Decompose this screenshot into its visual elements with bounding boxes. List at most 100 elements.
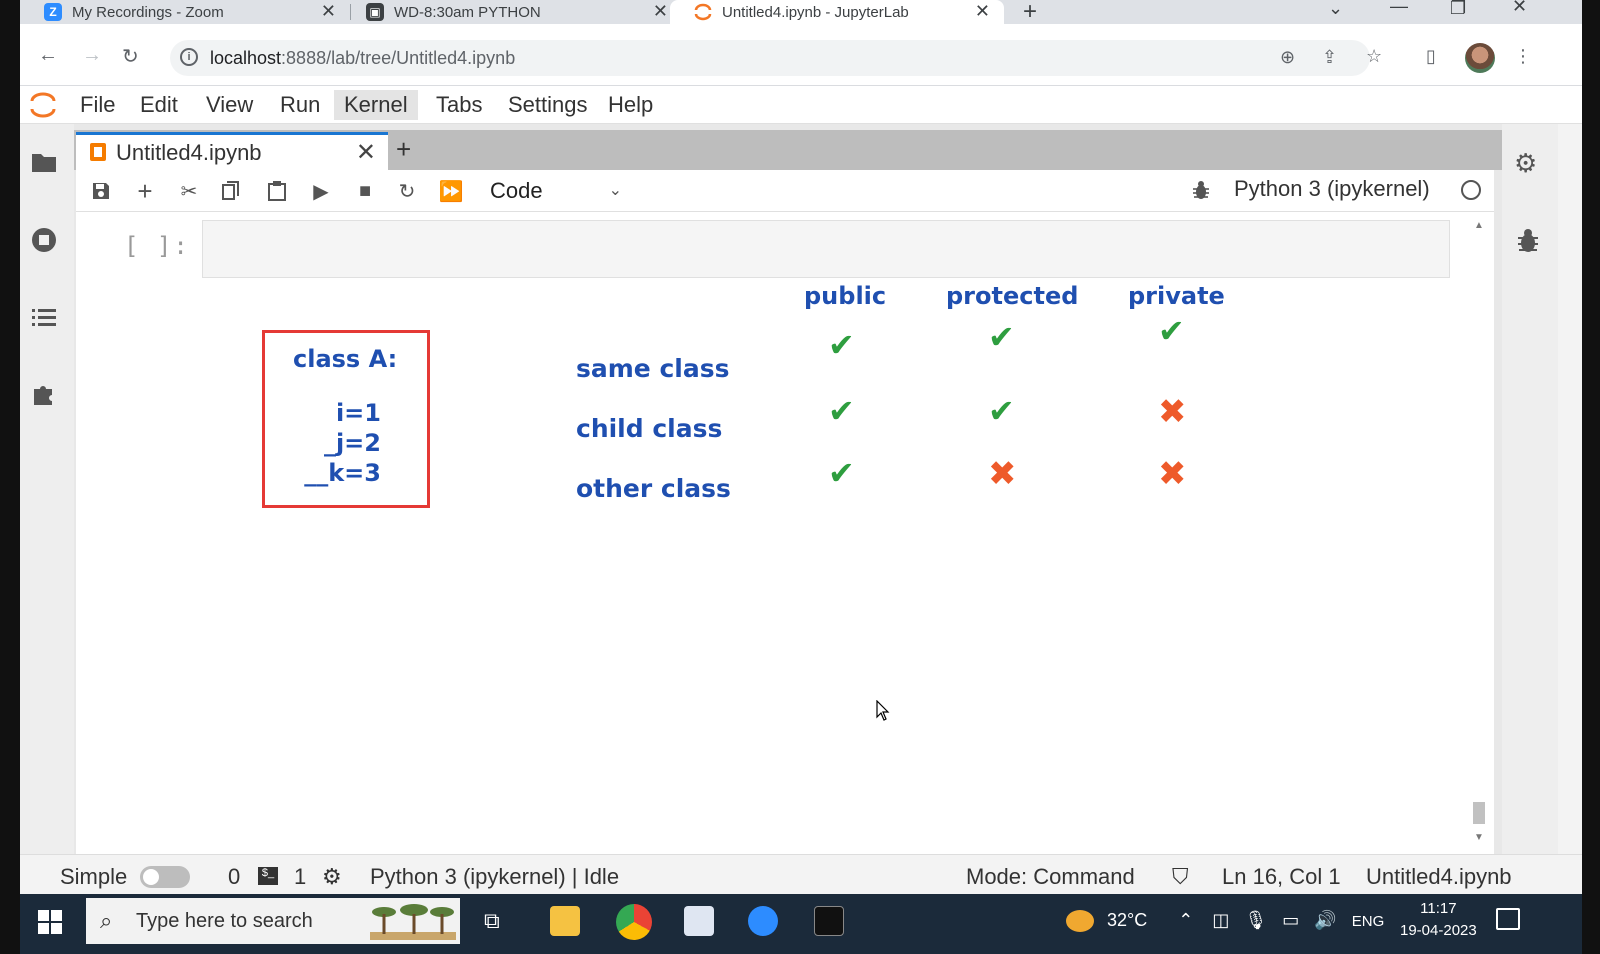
scroll-up-icon[interactable]: ▲ [1474,220,1484,231]
check-icon: ✔ [1158,313,1185,349]
menu-file[interactable]: File [70,90,125,120]
restore-button[interactable]: ❐ [1450,0,1466,19]
save-icon[interactable] [88,178,114,204]
avatar[interactable] [1465,43,1495,73]
cell-type-select[interactable]: Code ⌄ [486,174,626,208]
volume-icon[interactable]: 🔊 [1314,910,1336,930]
network-icon[interactable]: ▭ [1282,910,1299,930]
cursor-position[interactable]: Ln 16, Col 1 [1222,864,1341,890]
jupyter-menubar: File Edit View Run Kernel Tabs Settings … [20,86,1582,124]
stop-icon[interactable]: ■ [352,178,378,204]
kernels-count[interactable]: 1 [294,864,306,890]
chevron-down-icon[interactable]: ⌄ [1328,0,1343,19]
notebook-tab[interactable]: Untitled4.ipynb ✕ [76,132,388,170]
browser-tab-strip: Z My Recordings - Zoom ✕ ▣ WD-8:30am PYT… [20,0,1582,26]
terminals-count[interactable]: 0 [228,864,240,890]
close-icon[interactable]: ✕ [356,138,376,167]
folder-icon[interactable] [30,148,58,176]
simple-mode-toggle[interactable] [140,866,190,888]
task-view-icon[interactable]: ⧉ [484,908,514,938]
notifications-icon[interactable] [1496,908,1520,930]
tray-chevron-up-icon[interactable]: ⌃ [1178,910,1193,930]
restart-icon[interactable]: ↻ [394,178,420,204]
forward-icon[interactable]: → [82,44,102,67]
file-explorer-icon[interactable] [550,906,580,936]
cut-icon[interactable]: ✂ [176,178,202,204]
back-icon[interactable]: ← [38,44,58,67]
window-close-button[interactable]: ✕ [1512,0,1527,17]
microphone-icon[interactable]: 🎙 [1244,910,1267,930]
run-icon[interactable]: ▶ [308,178,334,204]
header-public: public [804,282,887,310]
menu-help[interactable]: Help [598,90,663,120]
reload-icon[interactable]: ↻ [122,44,139,69]
browser-tab-label: Untitled4.ipynb - JupyterLab [722,3,909,21]
taskbar-clock[interactable]: 11:17 19-04-2023 [1400,898,1477,942]
paste-icon[interactable] [264,178,290,204]
clock-time: 11:17 [1420,900,1457,917]
menu-view[interactable]: View [196,90,263,120]
search-highlight-trees-icon [370,904,456,940]
menu-tabs[interactable]: Tabs [426,90,492,120]
kernel-status[interactable]: Python 3 (ipykernel) | Idle [370,864,619,890]
terminal-icon[interactable]: $_ [258,867,278,885]
run-all-icon[interactable]: ⏩ [438,178,464,204]
document-app-icon[interactable] [684,906,714,936]
windows-start-icon[interactable] [38,910,62,934]
jupyter-logo-icon [30,92,56,118]
browser-tab-label: My Recordings - Zoom [72,3,224,21]
new-tab-button[interactable]: + [1023,0,1037,26]
close-icon[interactable]: ✕ [975,1,990,22]
scrollbar-thumb[interactable] [1473,802,1485,824]
terminal-app-icon[interactable] [814,906,844,936]
running-kernels-icon[interactable] [30,226,58,254]
row-child-class: child class [576,414,723,443]
menu-settings[interactable]: Settings [498,90,598,120]
class-title: class A: [293,345,398,373]
debugger-bug-icon[interactable] [1192,180,1210,200]
menu-edit[interactable]: Edit [130,90,188,120]
zoom-app-icon[interactable] [748,906,778,936]
code-cell-input[interactable] [202,220,1450,278]
browser-tab-zoom[interactable]: Z My Recordings - Zoom ✕ [20,0,350,24]
taskbar-search[interactable]: ⌕ Type here to search [86,898,460,944]
side-panel-icon[interactable]: ▯ [1426,46,1436,67]
site-info-icon[interactable]: i [180,48,198,66]
check-icon: ✔ [988,319,1015,355]
browser-tab-classroom[interactable]: ▣ WD-8:30am PYTHON ✕ [342,0,682,24]
kernel-name[interactable]: Python 3 (ipykernel) [1234,176,1430,202]
scroll-down-icon[interactable]: ▼ [1474,832,1484,843]
property-inspector-gear-icon[interactable]: ⚙ [1514,148,1537,179]
url-text[interactable]: localhost:8888/lab/tree/Untitled4.ipynb [210,48,515,69]
close-icon[interactable]: ✕ [321,1,336,22]
menu-run[interactable]: Run [270,90,330,120]
check-icon: ✔ [828,455,855,491]
debugger-bug-icon[interactable] [1516,228,1540,254]
kernel-chip-icon[interactable]: ⚙ [322,864,342,890]
notebook-tab-label: Untitled4.ipynb [116,140,262,165]
vertical-scrollbar[interactable]: ▲ ▼ [1472,220,1486,850]
minimize-button[interactable]: — [1390,0,1408,17]
copy-icon[interactable] [218,178,244,204]
new-launcher-button[interactable]: + [396,134,411,165]
temperature[interactable]: 32°C [1107,910,1147,930]
meet-now-icon[interactable]: ◫ [1212,910,1229,930]
close-icon[interactable]: ✕ [653,1,668,22]
bookmark-star-icon[interactable]: ☆ [1366,46,1382,67]
table-of-contents-icon[interactable] [30,304,58,332]
kebab-menu-icon[interactable]: ⋮ [1514,46,1532,67]
insert-cell-icon[interactable]: + [132,176,158,206]
status-bar: Simple 0 $_ 1 ⚙ Python 3 (ipykernel) | I… [20,854,1582,894]
notebook-tab-bar: Untitled4.ipynb ✕ + [74,130,1502,170]
language-indicator[interactable]: ENG [1352,913,1385,930]
address-bar[interactable]: i localhost:8888/lab/tree/Untitled4.ipyn… [170,40,1382,76]
browser-tab-jupyterlab[interactable]: Untitled4.ipynb - JupyterLab ✕ [670,0,1004,24]
trusted-shield-icon[interactable]: ⛉ [1172,864,1189,890]
zoom-magnifier-icon[interactable]: ⊕ [1280,47,1295,68]
weather-icon[interactable] [1066,910,1094,933]
simple-mode-label: Simple [60,864,128,889]
chrome-icon[interactable] [616,904,652,940]
extensions-puzzle-icon[interactable] [30,380,58,408]
menu-kernel[interactable]: Kernel [334,90,418,120]
share-icon[interactable]: ⇪ [1322,47,1337,68]
